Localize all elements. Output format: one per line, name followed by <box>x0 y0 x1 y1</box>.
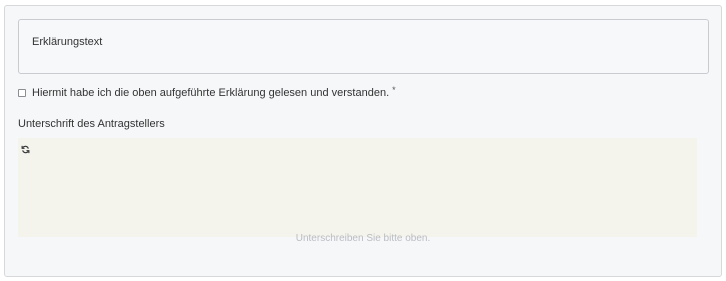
explanation-text: Erklärungstext <box>32 36 103 48</box>
required-marker: * <box>392 85 396 95</box>
signature-hint: Unterschreiben Sie bitte oben. <box>295 233 431 244</box>
signature-pad[interactable] <box>18 138 697 237</box>
explanation-box: Erklärungstext <box>18 19 709 74</box>
signature-label: Unterschrift des Antragstellers <box>18 118 165 130</box>
refresh-icon[interactable] <box>21 141 30 154</box>
consent-row: Hiermit habe ich die oben aufgeführte Er… <box>18 85 396 100</box>
consent-label[interactable]: Hiermit habe ich die oben aufgeführte Er… <box>32 87 389 99</box>
consent-checkbox[interactable] <box>18 89 26 97</box>
